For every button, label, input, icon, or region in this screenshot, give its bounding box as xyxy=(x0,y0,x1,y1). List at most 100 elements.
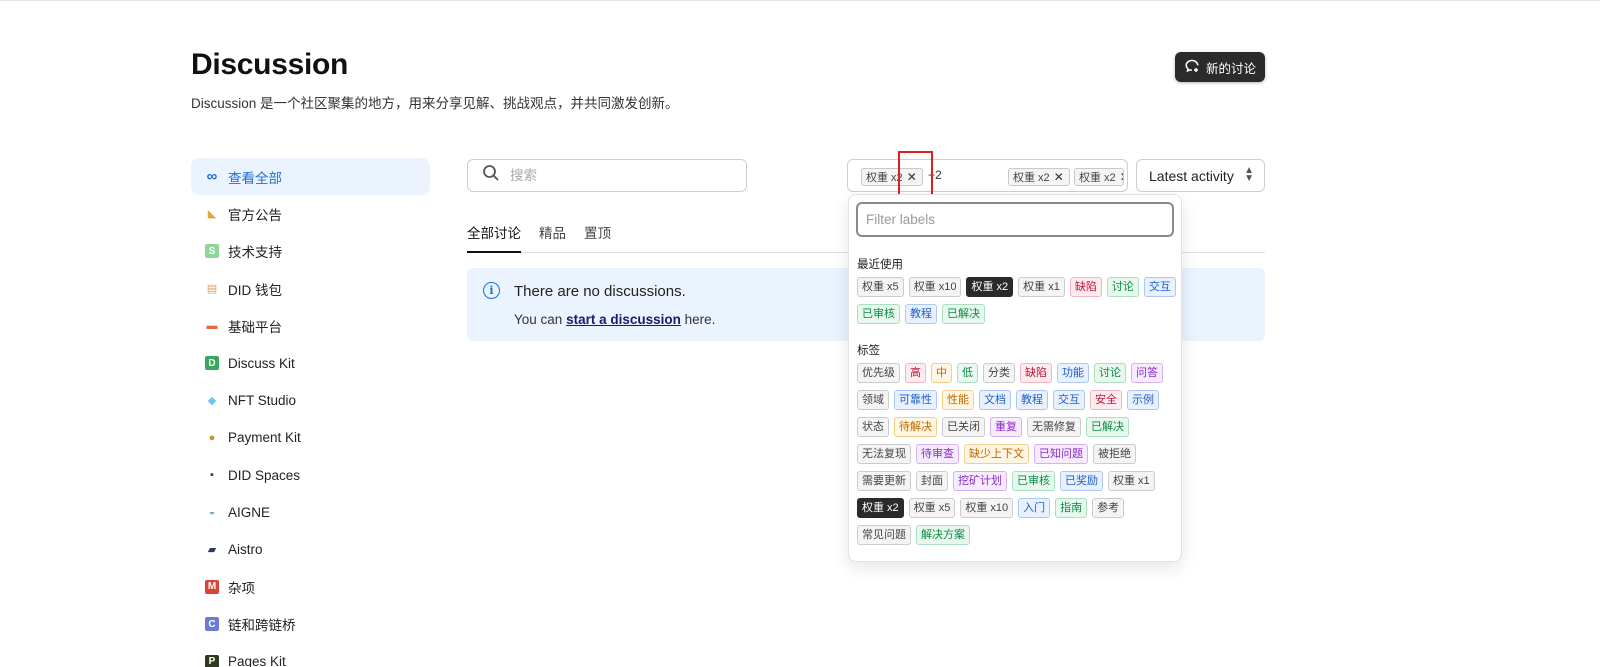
sidebar-item-label: NFT Studio xyxy=(228,392,297,408)
search-icon xyxy=(482,164,500,187)
top-border xyxy=(0,0,1600,1)
tags-section-title: 标签 xyxy=(857,345,880,357)
label-tag[interactable]: 讨论 xyxy=(1106,277,1139,297)
label-tag[interactable]: 中 xyxy=(931,363,952,383)
label-tag[interactable]: 待审查 xyxy=(916,444,959,464)
label-tag[interactable]: 已审核 xyxy=(1012,471,1055,491)
label-filter-select[interactable]: 权重 x2✕ +2 权重 x2✕ 权重 x2✕ xyxy=(847,159,1128,192)
recent-tags: 权重 x5 权重 x10 权重 x2 权重 x1 缺陷 讨论 交互已审核 教程 已解决 xyxy=(857,277,1177,324)
tab-all[interactable]: 全部讨论 xyxy=(467,218,521,253)
new-discussion-button[interactable]: 新的讨论 xyxy=(1175,52,1265,82)
label-tag[interactable]: 状态 xyxy=(857,417,889,437)
sidebar-item[interactable]: P Pages Kit xyxy=(191,643,430,667)
label-tag[interactable]: 已关闭 xyxy=(942,417,985,437)
label-tag[interactable]: 高 xyxy=(905,363,926,383)
label-tag[interactable]: 权重 x2 xyxy=(966,277,1014,297)
label-tag[interactable]: 权重 x5 xyxy=(857,277,904,297)
notice-text: You can start a discussion here. xyxy=(514,312,715,327)
label-tag[interactable]: 优先级 xyxy=(857,363,900,383)
label-tag[interactable]: 封面 xyxy=(916,471,948,491)
info-icon: i xyxy=(483,282,500,299)
label-tag[interactable]: 已知问题 xyxy=(1034,444,1088,464)
label-tag[interactable]: 功能 xyxy=(1057,363,1089,383)
sort-select[interactable]: Latest activity ▲ ▼ xyxy=(1136,159,1265,192)
sidebar-item[interactable]: M 杂项 xyxy=(191,568,430,605)
label-tag[interactable]: 缺陷 xyxy=(1020,363,1052,383)
sidebar-item[interactable]: ◒ AIGNE xyxy=(191,494,430,531)
label-tag[interactable]: 交互 xyxy=(1053,390,1085,410)
label-tag[interactable]: 权重 x10 xyxy=(908,277,962,297)
highlight-box xyxy=(898,151,933,196)
label-tag[interactable]: 缺少上下文 xyxy=(964,444,1029,464)
label-tag[interactable]: 分类 xyxy=(983,363,1015,383)
page-title: Discussion xyxy=(191,48,349,81)
label-tag[interactable]: 文档 xyxy=(979,390,1011,410)
label-tag[interactable]: 已解决 xyxy=(942,304,985,324)
label-tag[interactable]: 需要更新 xyxy=(857,471,911,491)
label-tag[interactable]: 可靠性 xyxy=(894,390,937,410)
category-sidebar: ∞ 查看全部 ◣ 官方公告 S 技术支持 ▤ DID 钱包 ▬ 基础平台 D Discuss Kit ◆… xyxy=(191,158,430,667)
sidebar-item-label: 杂项 xyxy=(228,580,255,596)
label-tag[interactable]: 性能 xyxy=(942,390,974,410)
sidebar-item[interactable]: ▬ 基础平台 xyxy=(191,307,430,344)
label-tag[interactable]: 入门 xyxy=(1018,498,1051,518)
search-input[interactable] xyxy=(510,168,730,183)
infinity-icon: ∞ xyxy=(206,168,218,186)
selected-label-chip[interactable]: 权重 x2 ✕ xyxy=(1074,168,1124,186)
p-icon: P xyxy=(205,654,219,667)
label-tag[interactable]: 示例 xyxy=(1127,390,1159,410)
wallet-icon: ▤ xyxy=(206,283,218,296)
notice-text-after: here. xyxy=(680,312,716,327)
sidebar-item-label: Pages Kit xyxy=(228,654,286,667)
sidebar-item[interactable]: S 技术支持 xyxy=(191,233,430,270)
label-tag[interactable]: 教程 xyxy=(1016,390,1048,410)
sidebar-item[interactable]: ▰ Aistro xyxy=(191,531,430,568)
label-tag[interactable]: 讨论 xyxy=(1094,363,1126,383)
label-tag[interactable]: 领域 xyxy=(857,390,889,410)
label-tag[interactable]: 权重 x1 xyxy=(1108,471,1155,491)
label-tag[interactable]: 权重 x10 xyxy=(960,498,1014,518)
label-tag[interactable]: 低 xyxy=(957,363,978,383)
sidebar-item[interactable]: ◆ NFT Studio xyxy=(191,382,430,419)
label-tag[interactable]: 被拒绝 xyxy=(1093,444,1136,464)
sidebar-item[interactable]: C 链和跨链桥 xyxy=(191,606,430,643)
label-tag[interactable]: 指南 xyxy=(1055,498,1088,518)
sidebar-item[interactable]: ● Payment Kit xyxy=(191,419,430,456)
close-icon[interactable]: ✕ xyxy=(1120,170,1123,184)
sidebar-item[interactable]: ◣ 官方公告 xyxy=(191,195,430,232)
close-icon[interactable]: ✕ xyxy=(1054,170,1064,184)
page-description: Discussion 是一个社区聚集的地方，用来分享见解、挑战观点，并共同激发创… xyxy=(191,96,679,111)
label-tag[interactable]: 挖矿计划 xyxy=(953,471,1007,491)
search-box[interactable] xyxy=(467,159,747,192)
label-tag[interactable]: 重复 xyxy=(990,417,1022,437)
new-discussion-label: 新的讨论 xyxy=(1205,61,1256,76)
sidebar-item[interactable]: ∞ 查看全部 xyxy=(191,158,430,196)
tab-featured[interactable]: 精品 xyxy=(539,218,566,253)
label-tag[interactable]: 权重 x2 xyxy=(857,498,904,518)
start-discussion-link[interactable]: start a discussion xyxy=(566,312,681,327)
label-tag[interactable]: 权重 x5 xyxy=(908,498,956,518)
sidebar-item-label: 查看全部 xyxy=(228,170,282,186)
label-tag[interactable]: 缺陷 xyxy=(1069,277,1102,297)
label-tag[interactable]: 安全 xyxy=(1090,390,1122,410)
label-tag[interactable]: 教程 xyxy=(905,304,937,324)
label-tag[interactable]: 问答 xyxy=(1131,363,1163,383)
sidebar-item[interactable]: D Discuss Kit xyxy=(191,344,430,381)
sidebar-item[interactable]: ▪ DID Spaces xyxy=(191,456,430,493)
label-tag[interactable]: 已审核 xyxy=(857,304,900,324)
label-tag[interactable]: 参考 xyxy=(1092,498,1125,518)
sidebar-item[interactable]: ▤ DID 钱包 xyxy=(191,270,430,307)
sort-value: Latest activity xyxy=(1149,167,1234,184)
label-tag[interactable]: 解决方案 xyxy=(916,525,970,545)
filter-labels-input[interactable] xyxy=(856,202,1174,237)
label-tag[interactable]: 无需修复 xyxy=(1027,417,1081,437)
label-tag[interactable]: 常见问题 xyxy=(857,525,911,545)
tab-pinned[interactable]: 置顶 xyxy=(584,218,611,253)
label-tag[interactable]: 已解决 xyxy=(1086,417,1129,437)
label-tag[interactable]: 无法复现 xyxy=(857,444,911,464)
label-tag[interactable]: 已奖励 xyxy=(1060,471,1103,491)
label-tag[interactable]: 待解决 xyxy=(894,417,937,437)
label-tag[interactable]: 权重 x1 xyxy=(1018,277,1065,297)
selected-label-chip[interactable]: 权重 x2 ✕ xyxy=(1008,168,1070,186)
label-tag[interactable]: 交互 xyxy=(1143,277,1176,297)
